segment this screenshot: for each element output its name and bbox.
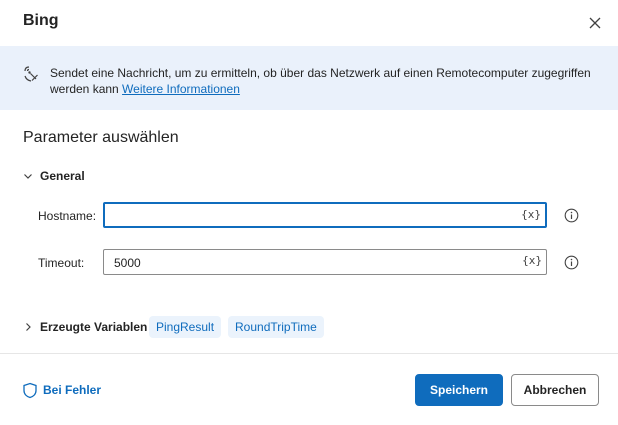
hostname-label: Hostname: bbox=[38, 209, 97, 223]
chevron-right-icon bbox=[26, 323, 31, 331]
info-circle-icon[interactable] bbox=[564, 208, 579, 223]
on-error-label: Bei Fehler bbox=[43, 383, 102, 397]
info-circle-icon[interactable] bbox=[564, 255, 579, 270]
dialog-header: Bing bbox=[0, 0, 618, 46]
variable-chip-pingresult[interactable]: PingResult bbox=[149, 316, 222, 338]
ping-dialog: Bing Sendet eine Nachricht, um zu ermitt… bbox=[0, 0, 618, 425]
dialog-title: Bing bbox=[23, 12, 59, 29]
hostname-input[interactable]: {x} bbox=[103, 202, 547, 228]
variable-picker-button[interactable]: {x} bbox=[521, 208, 541, 221]
produced-variables-toggle[interactable]: Erzeugte Variablen bbox=[22, 318, 147, 336]
on-error-button[interactable]: Bei Fehler bbox=[22, 381, 101, 399]
cancel-button[interactable]: Abbrechen bbox=[511, 374, 599, 406]
variable-picker-button[interactable]: {x} bbox=[522, 254, 542, 267]
info-banner: Sendet eine Nachricht, um zu ermitteln, … bbox=[0, 46, 618, 110]
general-group-toggle[interactable]: General bbox=[22, 168, 85, 184]
timeout-input[interactable]: 5000 {x} bbox=[103, 249, 547, 275]
shield-icon bbox=[23, 382, 37, 398]
timeout-label: Timeout: bbox=[38, 256, 85, 270]
chevron-down-icon bbox=[24, 174, 32, 179]
variable-chip-roundtriptime[interactable]: RoundTripTime bbox=[228, 316, 324, 338]
produced-variables-label: Erzeugte Variablen bbox=[40, 320, 148, 334]
save-button[interactable]: Speichern bbox=[415, 374, 503, 406]
section-title: Parameter auswählen bbox=[23, 129, 179, 146]
group-label: General bbox=[40, 169, 85, 183]
ping-icon bbox=[22, 65, 40, 83]
more-info-link[interactable]: Weitere Informationen bbox=[122, 82, 240, 96]
close-icon[interactable] bbox=[584, 12, 606, 34]
footer-divider bbox=[0, 353, 618, 354]
info-text: Sendet eine Nachricht, um zu ermitteln, … bbox=[50, 65, 602, 97]
timeout-value: 5000 bbox=[114, 256, 141, 270]
